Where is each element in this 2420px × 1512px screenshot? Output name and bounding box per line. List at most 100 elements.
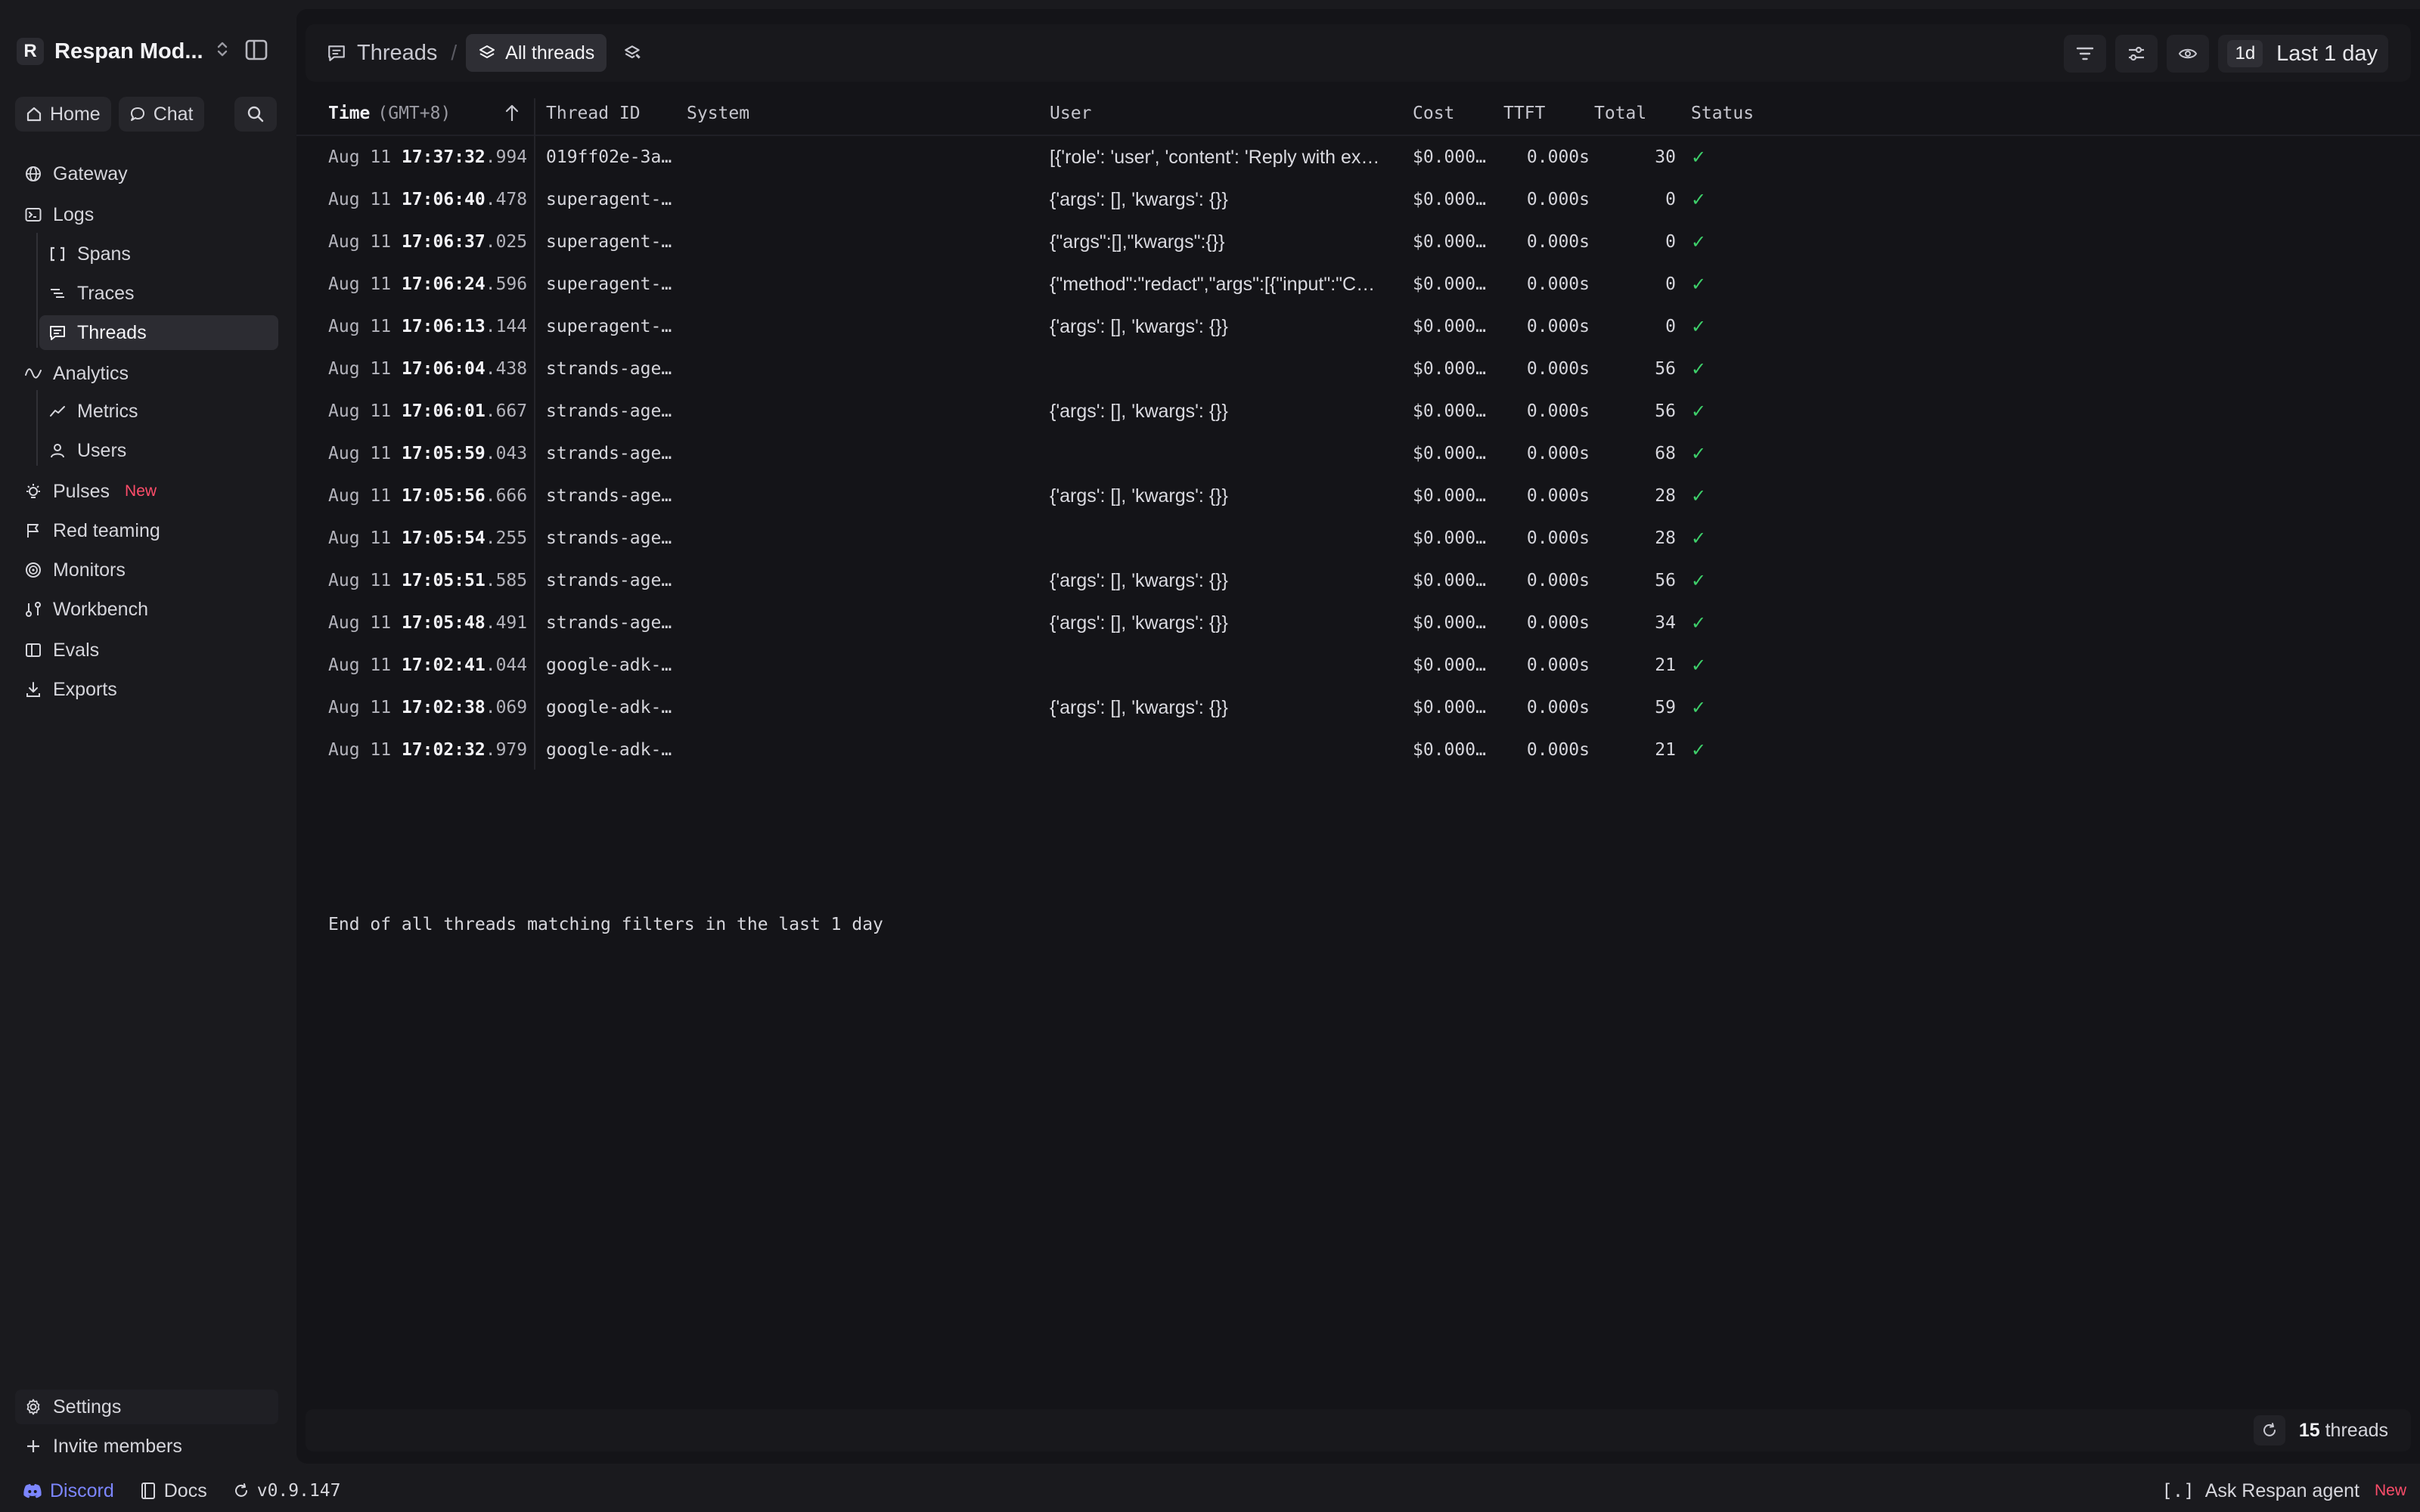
sidebar-item-label: Logs [53, 203, 95, 225]
sort-ascending-icon[interactable] [502, 101, 522, 128]
invite-members-button[interactable]: Invite members [15, 1429, 278, 1464]
sidebar-item-workbench[interactable]: Workbench [15, 592, 278, 627]
sidebar-toggle-button[interactable] [237, 35, 275, 65]
column-header-system[interactable]: System [687, 91, 749, 136]
sidebar-item-settings[interactable]: Settings [15, 1390, 278, 1424]
table-row[interactable]: Aug 11 17:06:37.025 superagent-… {"args":[… [296, 221, 2420, 263]
cell-time: Aug 11 17:02:41.044 [328, 644, 527, 686]
gear-icon [26, 1399, 40, 1415]
view-selector-label: All threads [505, 42, 595, 64]
column-header-user[interactable]: User [1050, 91, 1091, 136]
filter-button[interactable] [2064, 35, 2107, 73]
sidebar-item-red-teaming[interactable]: Red teaming [15, 513, 278, 548]
version-info[interactable]: v0.9.147 [233, 1481, 341, 1501]
sidebar-item-logs[interactable]: Logs [15, 197, 278, 232]
cell-ms: .491 [485, 613, 528, 633]
breadcrumb[interactable]: Threads [327, 41, 437, 66]
status-check-icon: ✓ [1691, 147, 1707, 168]
sidebar-item-label: Pulses [53, 480, 110, 502]
table-row[interactable]: Aug 11 17:05:51.585 strands-age… {'args': … [296, 559, 2420, 602]
cell-user [1050, 517, 1398, 559]
cell-ttft: 0.000s [1526, 613, 1590, 633]
sidebar-item-pulses[interactable]: Pulses New [15, 474, 278, 509]
main-panel: Threads / All threads 1d Last 1 day Time… [296, 9, 2420, 1464]
table-row[interactable]: Aug 11 17:05:59.043 strands-age… $0.000… 0.… [296, 432, 2420, 475]
cell-thread-id: superagent-… [546, 317, 672, 336]
ask-agent-button[interactable]: [.] Ask Respan agent New [2161, 1470, 2406, 1512]
cell-thread-id: google-adk-… [546, 655, 672, 675]
sidebar-item-users[interactable]: Users [39, 433, 278, 468]
table-row[interactable]: Aug 11 17:05:56.666 strands-age… {'args': … [296, 475, 2420, 517]
cell-user: {'args': [], 'kwargs': {}} [1050, 485, 1228, 507]
cell-ms: .144 [485, 317, 528, 336]
cell-user [1050, 348, 1398, 390]
table-row[interactable]: Aug 11 17:06:04.438 strands-age… $0.000… 0.… [296, 348, 2420, 390]
cell-date: Aug 11 [328, 740, 392, 760]
home-button[interactable]: Home [15, 97, 111, 132]
cell-ms: .994 [485, 147, 528, 167]
column-header-thread-id[interactable]: Thread ID [546, 91, 641, 136]
wave-icon [25, 368, 42, 379]
layers-icon [479, 45, 495, 58]
cell-ms: .979 [485, 740, 528, 760]
status-check-icon: ✓ [1691, 739, 1707, 761]
display-options-button[interactable] [2115, 35, 2158, 73]
table-row[interactable]: Aug 11 17:06:40.478 superagent-… {'args': … [296, 178, 2420, 221]
sidebar-item-monitors[interactable]: Monitors [15, 553, 278, 587]
new-badge: New [2374, 1482, 2406, 1499]
status-check-icon: ✓ [1691, 528, 1707, 549]
cell-hms: 17:06:13 [401, 317, 486, 336]
download-icon [26, 682, 40, 697]
cell-date: Aug 11 [328, 147, 392, 167]
cell-thread-id: strands-age… [546, 401, 672, 421]
time-range-button[interactable]: 1d Last 1 day [2218, 35, 2388, 73]
column-header-cost[interactable]: Cost [1413, 91, 1454, 136]
chat-button[interactable]: Chat [118, 97, 204, 132]
cell-time: Aug 11 17:05:56.666 [328, 475, 527, 517]
column-header-total[interactable]: Total [1594, 91, 1646, 136]
org-switcher[interactable]: R Respan Mod... [17, 33, 228, 70]
sidebar-item-gateway[interactable]: Gateway [15, 156, 278, 191]
invite-members-label: Invite members [53, 1435, 182, 1457]
discord-icon [23, 1484, 42, 1498]
column-header-time[interactable]: Time (GMT+8) [328, 91, 451, 136]
table-row[interactable]: Aug 11 17:02:32.979 google-adk-… $0.000… 0.… [296, 729, 2420, 771]
search-button[interactable] [234, 97, 277, 132]
table-row[interactable]: Aug 11 17:05:48.491 strands-age… {'args': … [296, 602, 2420, 644]
table-row[interactable]: Aug 11 17:06:24.596 superagent-… {"method"… [296, 263, 2420, 305]
sidebar-item-exports[interactable]: Exports [15, 672, 278, 707]
discord-link[interactable]: Discord [23, 1480, 114, 1502]
cell-cost: $0.000… [1413, 444, 1486, 463]
cell-time: Aug 11 17:05:48.491 [328, 602, 527, 644]
version-label: v0.9.147 [256, 1481, 341, 1501]
cell-date: Aug 11 [328, 317, 392, 336]
sidebar-item-threads[interactable]: Threads [39, 315, 278, 350]
table-row[interactable]: Aug 11 17:05:54.255 strands-age… $0.000… 0.… [296, 517, 2420, 559]
column-header-ttft[interactable]: TTFT [1503, 91, 1545, 136]
cell-cost: $0.000… [1413, 486, 1486, 506]
table-row[interactable]: Aug 11 17:37:32.994 019ff02e-3a… [{'role':… [296, 136, 2420, 178]
sidebar-item-analytics[interactable]: Analytics [15, 356, 278, 391]
cell-time: Aug 11 17:06:04.438 [328, 348, 527, 390]
sidebar-item-spans[interactable]: Spans [39, 237, 278, 271]
view-selector[interactable]: All threads [466, 34, 607, 72]
timezone-label: (GMT+8) [377, 104, 451, 123]
cell-hms: 17:06:01 [401, 401, 486, 421]
table-row[interactable]: Aug 11 17:02:38.069 google-adk-… {'args': … [296, 686, 2420, 729]
refresh-button[interactable] [2253, 1415, 2285, 1445]
cell-cost: $0.000… [1413, 740, 1486, 760]
visibility-button[interactable] [2167, 35, 2210, 73]
manage-views-button[interactable] [623, 43, 643, 63]
table-row[interactable]: Aug 11 17:02:41.044 google-adk-… $0.000… 0.… [296, 644, 2420, 686]
status-check-icon: ✓ [1691, 697, 1707, 718]
docs-link[interactable]: Docs [140, 1480, 207, 1502]
table-row[interactable]: Aug 11 17:06:01.667 strands-age… {'args': … [296, 390, 2420, 432]
sidebar-item-evals[interactable]: Evals [15, 633, 278, 668]
cell-thread-id: google-adk-… [546, 740, 672, 760]
column-header-status[interactable]: Status [1691, 91, 1754, 136]
cell-time: Aug 11 17:06:40.478 [328, 178, 527, 221]
cell-thread-id: superagent-… [546, 232, 672, 252]
table-row[interactable]: Aug 11 17:06:13.144 superagent-… {'args': … [296, 305, 2420, 348]
sidebar-item-traces[interactable]: Traces [39, 276, 278, 311]
sidebar-item-metrics[interactable]: Metrics [39, 394, 278, 429]
